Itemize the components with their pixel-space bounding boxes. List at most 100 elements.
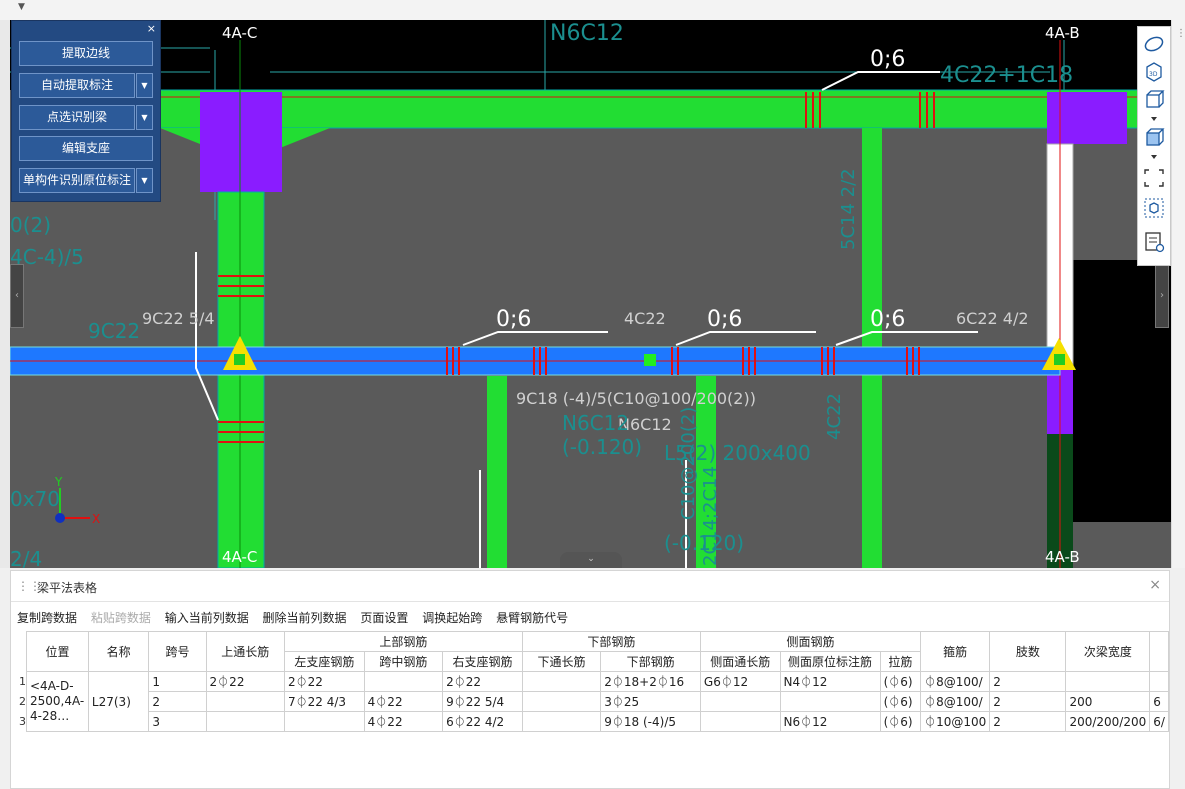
single-member-identify-button[interactable]: 单构件识别原位标注 xyxy=(19,168,135,193)
page-setup-button[interactable]: 页面设置 xyxy=(360,611,408,625)
cell-right-support[interactable]: 9⏀22 5/4 xyxy=(442,691,523,712)
cad-canvas[interactable]: 4A-C 4A-B 4A-C 4A-B N6C12 4C22+1C18 0;6 … xyxy=(10,20,1171,568)
cell-name[interactable]: L27(3) xyxy=(87,671,150,732)
pick-identify-beam-dropdown-icon[interactable]: ▼ xyxy=(136,105,153,130)
cell-secondary-width[interactable]: 200/200/200 xyxy=(1065,711,1151,732)
label-left-c: 9C22 xyxy=(88,319,140,343)
label-vertical-c: C10@200(2) xyxy=(678,407,699,520)
cell-span[interactable]: 3 xyxy=(148,711,207,732)
dropdown-arrow-icon[interactable]: ▼ xyxy=(18,2,25,12)
cell-mid-span[interactable] xyxy=(363,671,444,692)
cell-bottom-through[interactable] xyxy=(521,691,602,712)
cell-tie[interactable]: (⏀6) xyxy=(879,671,922,692)
cell-mid-span[interactable]: 4⏀22 xyxy=(363,691,444,712)
cell-legs[interactable]: 2 xyxy=(989,711,1067,732)
cell-legs[interactable]: 2 xyxy=(989,691,1067,712)
cell-tie[interactable]: (⏀6) xyxy=(879,691,922,712)
cell-bottom[interactable]: 2⏀18+2⏀16 xyxy=(600,671,701,692)
cell-extra[interactable] xyxy=(1149,671,1169,692)
cell-secondary-width[interactable] xyxy=(1065,671,1151,692)
properties-icon[interactable] xyxy=(1142,231,1166,253)
table-row[interactable]: 2 2 7⏀22 4/3 4⏀22 9⏀22 5/4 3⏀25 (⏀6) ⏀8@… xyxy=(19,691,1169,712)
cell-extra[interactable]: 6 xyxy=(1149,691,1169,712)
cube-view-icon[interactable] xyxy=(1142,89,1166,111)
cell-side-through[interactable] xyxy=(699,711,781,732)
select-icon[interactable] xyxy=(1142,197,1166,219)
table-row[interactable]: 1 <4A-D-2500,4A-4-28… L27(3) 1 2⏀22 2⏀22… xyxy=(19,671,1169,732)
pick-identify-beam-button[interactable]: 点选识别梁 xyxy=(19,105,135,130)
col-legs[interactable]: 肢数 xyxy=(989,631,1067,672)
col-span[interactable]: 跨号 xyxy=(148,631,207,672)
cell-right-support[interactable]: 2⏀22 xyxy=(442,671,523,692)
cell-top-through[interactable]: 2⏀22 xyxy=(205,671,286,692)
cell-left-support[interactable] xyxy=(284,711,365,732)
cell-bottom-through[interactable] xyxy=(521,711,602,732)
delete-column-data-button[interactable]: 删除当前列数据 xyxy=(263,611,347,625)
cell-side-through[interactable] xyxy=(699,691,781,712)
view-toolbar: 3D xyxy=(1137,26,1171,266)
grip-icon[interactable]: ⋮ xyxy=(1176,28,1185,39)
col-side-original[interactable]: 侧面原位标注筋 xyxy=(779,651,881,672)
edit-support-button[interactable]: 编辑支座 xyxy=(19,136,153,161)
cell-span[interactable]: 2 xyxy=(148,691,207,712)
cell-left-support[interactable]: 2⏀22 xyxy=(284,671,365,692)
col-right-support[interactable]: 右支座钢筋 xyxy=(442,651,523,672)
cell-stirrup[interactable]: ⏀8@100/ xyxy=(920,671,991,692)
table-row[interactable]: 3 3 4⏀22 6⏀22 4/2 9⏀18 (-4)/5 N6⏀12 (⏀6)… xyxy=(19,711,1169,732)
panel-close-icon[interactable]: × xyxy=(1149,577,1161,593)
collapse-right-tab[interactable]: › xyxy=(1155,264,1169,328)
cantilever-code-button[interactable]: 悬臂钢筋代号 xyxy=(496,611,568,625)
cell-top-through[interactable] xyxy=(205,691,286,712)
col-stirrup[interactable]: 箍筋 xyxy=(920,631,991,672)
col-side-through[interactable]: 侧面通长筋 xyxy=(699,651,781,672)
collapse-left-tab[interactable]: ‹ xyxy=(10,264,24,328)
3d-view-icon[interactable]: 3D xyxy=(1142,61,1166,83)
cell-bottom[interactable]: 9⏀18 (-4)/5 xyxy=(600,711,701,732)
col-mid-span[interactable]: 跨中钢筋 xyxy=(363,651,444,672)
cell-mid-span[interactable]: 4⏀22 xyxy=(363,711,444,732)
cube-face-icon[interactable] xyxy=(1142,127,1166,149)
single-member-identify-dropdown-icon[interactable]: ▼ xyxy=(136,168,153,193)
cell-position[interactable]: <4A-D-2500,4A-4-28… xyxy=(26,671,89,732)
auto-extract-labels-button[interactable]: 自动提取标注 xyxy=(19,73,135,98)
cell-extra[interactable]: 6/ xyxy=(1149,711,1169,732)
label-n6c12-top: N6C12 xyxy=(550,21,624,46)
cell-side-original[interactable]: N6⏀12 xyxy=(779,711,881,732)
cell-bottom[interactable]: 3⏀25 xyxy=(600,691,701,712)
col-position[interactable]: 位置 xyxy=(26,631,89,672)
input-column-data-button[interactable]: 输入当前列数据 xyxy=(165,611,249,625)
cell-side-original[interactable]: N4⏀12 xyxy=(779,671,881,692)
orbit-icon[interactable] xyxy=(1142,33,1166,55)
command-panel-close[interactable]: × xyxy=(147,22,156,35)
col-left-support[interactable]: 左支座钢筋 xyxy=(284,651,365,672)
auto-extract-labels-dropdown-icon[interactable]: ▼ xyxy=(136,73,153,98)
col-bottom[interactable]: 下部钢筋 xyxy=(600,651,701,672)
label-mid-c: N6C12 xyxy=(562,411,629,435)
swap-start-span-button[interactable]: 调换起始跨 xyxy=(422,611,482,625)
cell-legs[interactable]: 2 xyxy=(989,671,1067,692)
cell-secondary-width[interactable]: 200 xyxy=(1065,691,1151,712)
cell-stirrup[interactable]: ⏀8@100/ xyxy=(920,691,991,712)
col-bottom-through[interactable]: 下通长筋 xyxy=(521,651,602,672)
cell-stirrup[interactable]: ⏀10@100 xyxy=(920,711,991,732)
beam-table-panel: ⋮⋮ 梁平法表格 × 复制跨数据 粘贴跨数据 输入当前列数据 删除当前列数据 页… xyxy=(10,570,1170,789)
col-name[interactable]: 名称 xyxy=(87,631,150,672)
cell-left-support[interactable]: 7⏀22 4/3 xyxy=(284,691,365,712)
cell-side-original[interactable] xyxy=(779,691,881,712)
cell-side-through[interactable]: G6⏀12 xyxy=(699,671,781,692)
paste-span-data-button[interactable]: 粘贴跨数据 xyxy=(91,611,151,625)
zoom-extents-icon[interactable] xyxy=(1142,167,1166,189)
col-top-through[interactable]: 上通长筋 xyxy=(205,631,286,672)
collapse-bottom-tab[interactable]: ⌄ xyxy=(560,552,622,568)
cell-bottom-through[interactable] xyxy=(521,671,602,692)
cell-tie[interactable]: (⏀6) xyxy=(879,711,922,732)
copy-span-data-button[interactable]: 复制跨数据 xyxy=(17,611,77,625)
label-4c22: 4C22 xyxy=(624,309,666,328)
panel-title-bar[interactable]: ⋮⋮ 梁平法表格 × xyxy=(11,571,1169,602)
cell-right-support[interactable]: 6⏀22 4/2 xyxy=(442,711,523,732)
col-tie[interactable]: 拉筋 xyxy=(879,651,922,672)
cell-span[interactable]: 1 xyxy=(148,671,207,692)
extract-edges-button[interactable]: 提取边线 xyxy=(19,41,153,66)
col-secondary-width[interactable]: 次梁宽度 xyxy=(1065,631,1151,672)
cell-top-through[interactable] xyxy=(205,711,286,732)
